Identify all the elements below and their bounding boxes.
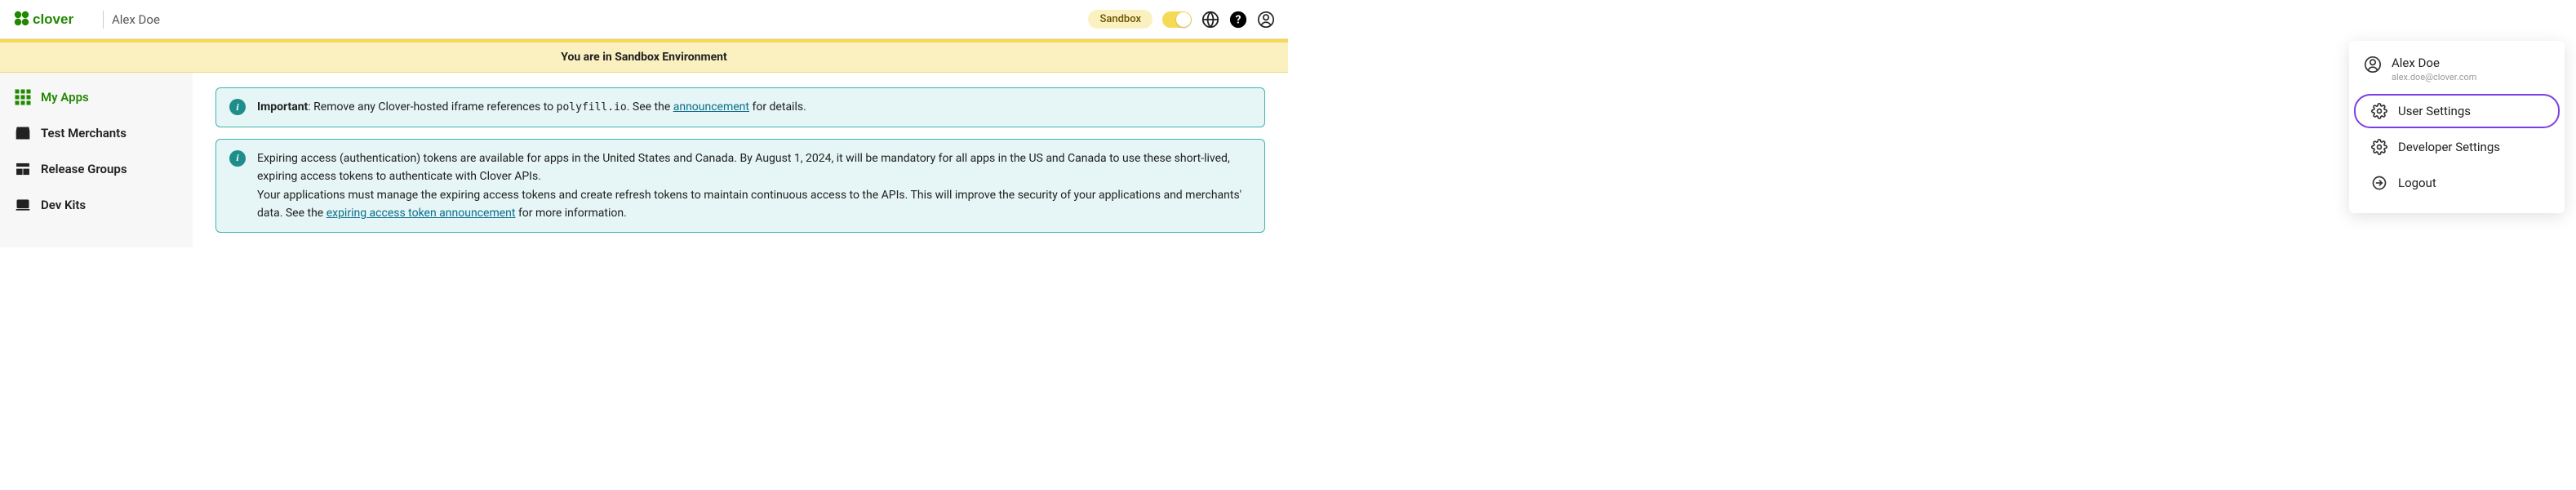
user-info: Alex Doe alex.doe@clover.com bbox=[2349, 52, 2565, 92]
token-announcement-link[interactable]: expiring access token announcement bbox=[326, 207, 516, 220]
main-content: i Important: Remove any Clover-hosted if… bbox=[193, 73, 1288, 247]
announcement-link[interactable]: announcement bbox=[673, 100, 749, 114]
logout-icon bbox=[2370, 174, 2388, 192]
alert-tokens: i Expiring access (authentication) token… bbox=[215, 139, 1265, 234]
dropdown-user-email: alex.doe@clover.com bbox=[2392, 72, 2476, 82]
info-icon: i bbox=[229, 99, 246, 115]
account-dropdown: Alex Doe alex.doe@clover.com User Settin… bbox=[2349, 41, 2565, 213]
sidebar-item-label: Dev Kits bbox=[41, 198, 86, 212]
alert-content: Expiring access (authentication) tokens … bbox=[257, 149, 1251, 223]
header-right: Sandbox ? bbox=[1088, 10, 1275, 29]
clover-logo[interactable]: clover bbox=[13, 10, 95, 29]
toggle-knob bbox=[1176, 12, 1191, 27]
sidebar-item-label: Test Merchants bbox=[41, 126, 127, 140]
menu-user-settings[interactable]: User Settings bbox=[2354, 94, 2560, 128]
menu-logout[interactable]: Logout bbox=[2354, 166, 2560, 200]
alert-content: Important: Remove any Clover-hosted ifra… bbox=[257, 98, 806, 117]
dropdown-user-name: Alex Doe bbox=[2392, 56, 2476, 70]
laptop-icon bbox=[15, 197, 31, 213]
header-username: Alex Doe bbox=[112, 12, 160, 27]
header-divider bbox=[103, 11, 104, 29]
svg-text:?: ? bbox=[1236, 13, 1241, 26]
account-icon[interactable] bbox=[1257, 11, 1275, 29]
grid-icon bbox=[15, 89, 31, 105]
sidebar: My Apps Test Merchants Release Groups De… bbox=[0, 73, 193, 247]
svg-text:clover: clover bbox=[33, 11, 73, 27]
sidebar-item-label: Release Groups bbox=[41, 162, 127, 176]
sidebar-item-label: My Apps bbox=[41, 90, 89, 105]
top-header: clover Alex Doe Sandbox ? bbox=[0, 0, 1288, 39]
alert-polyfill: i Important: Remove any Clover-hosted if… bbox=[215, 87, 1265, 127]
sidebar-item-release-groups[interactable]: Release Groups bbox=[0, 151, 193, 187]
help-icon[interactable]: ? bbox=[1229, 11, 1247, 29]
sandbox-banner: You are in Sandbox Environment bbox=[0, 39, 1288, 73]
sidebar-item-my-apps[interactable]: My Apps bbox=[0, 79, 193, 115]
store-icon bbox=[15, 125, 31, 141]
menu-developer-settings[interactable]: Developer Settings bbox=[2354, 130, 2560, 164]
globe-icon[interactable] bbox=[1201, 11, 1219, 29]
user-icon bbox=[2364, 56, 2382, 74]
menu-item-label: Logout bbox=[2398, 176, 2436, 190]
sidebar-item-test-merchants[interactable]: Test Merchants bbox=[0, 115, 193, 151]
sidebar-item-dev-kits[interactable]: Dev Kits bbox=[0, 187, 193, 223]
menu-item-label: User Settings bbox=[2398, 104, 2471, 118]
gear-icon bbox=[2370, 138, 2388, 156]
sandbox-badge: Sandbox bbox=[1088, 10, 1153, 29]
info-icon: i bbox=[229, 150, 246, 167]
release-icon bbox=[15, 161, 31, 177]
main-layout: My Apps Test Merchants Release Groups De… bbox=[0, 73, 1288, 247]
gear-icon bbox=[2370, 102, 2388, 120]
environment-toggle[interactable] bbox=[1162, 11, 1192, 28]
menu-item-label: Developer Settings bbox=[2398, 140, 2500, 154]
